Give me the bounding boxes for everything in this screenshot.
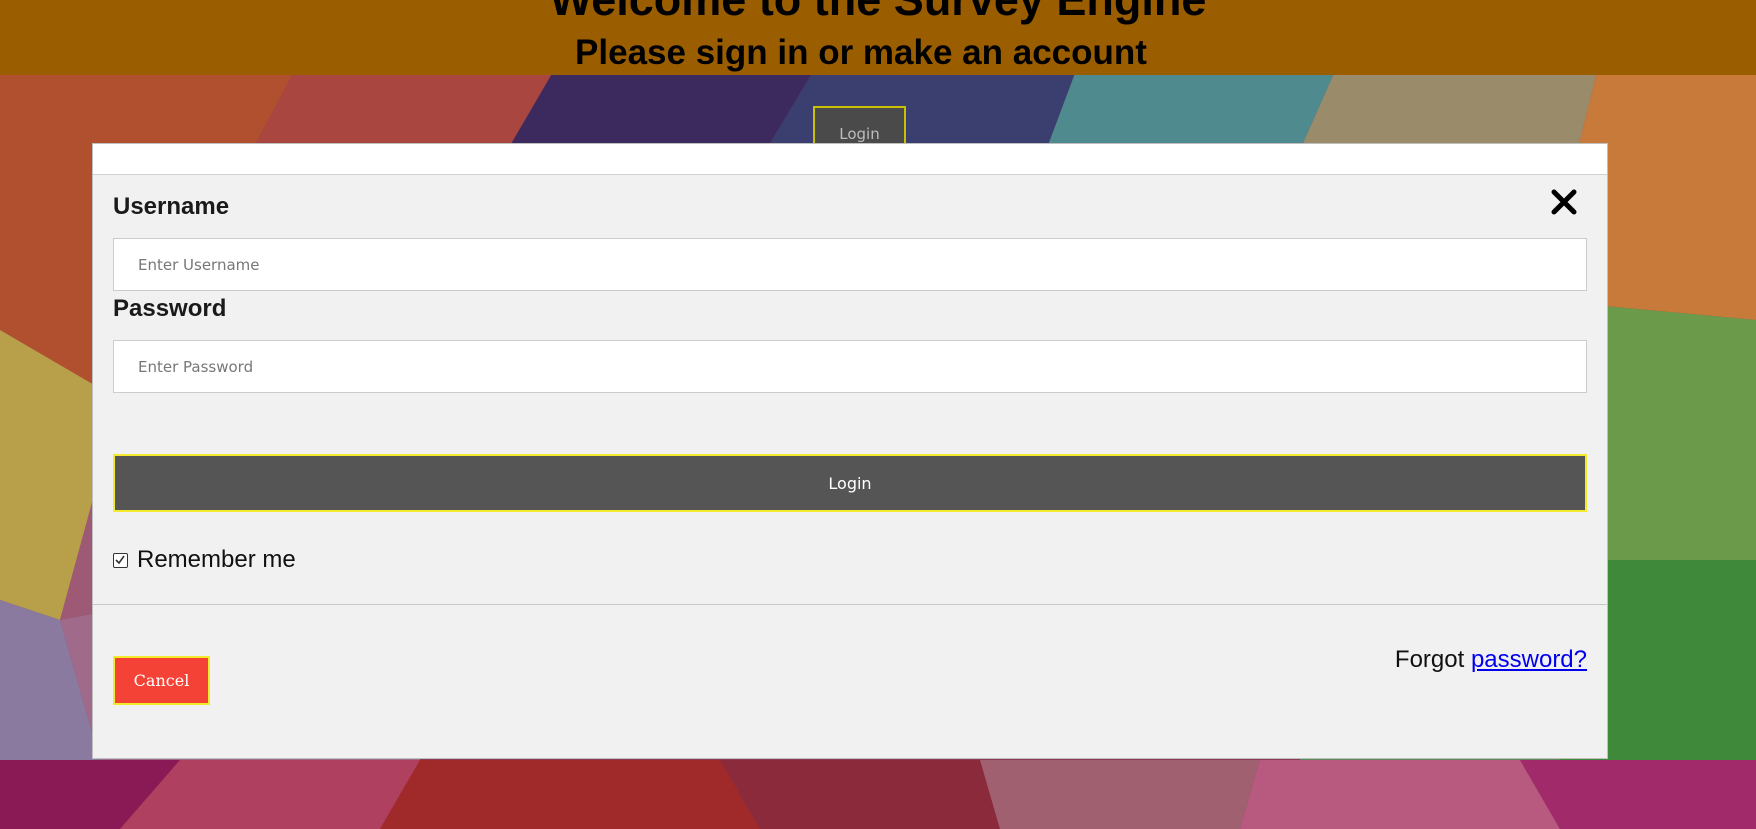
page-subtitle: Please sign in or make an account [575, 33, 1147, 72]
login-modal: Username Password Login Remember me Canc… [92, 143, 1608, 759]
forgot-prefix: Forgot [1394, 646, 1471, 673]
login-form: Username Password Login Remember me [93, 174, 1607, 605]
username-input[interactable] [113, 238, 1587, 291]
password-label: Password [113, 295, 227, 322]
remember-me-label: Remember me [137, 546, 296, 573]
open-login-button[interactable]: Login [813, 106, 906, 146]
forgot-password-text: Forgot password? [1395, 646, 1587, 674]
cancel-button[interactable]: Cancel [113, 656, 210, 705]
page-title: Welcome to the Survey Engine [0, 0, 1756, 26]
remember-me-checkbox[interactable]: Remember me [113, 546, 296, 574]
login-button[interactable]: Login [113, 454, 1587, 512]
header-bar: Welcome to the Survey Engine Please sign… [0, 0, 1756, 75]
checkbox-checked-icon[interactable] [113, 552, 128, 568]
login-modal-footer: Cancel Forgot password? [93, 605, 1607, 758]
forgot-password-link[interactable]: password? [1471, 646, 1587, 673]
username-label: Username [113, 193, 230, 220]
close-icon[interactable] [1547, 185, 1581, 219]
password-input[interactable] [113, 340, 1587, 393]
